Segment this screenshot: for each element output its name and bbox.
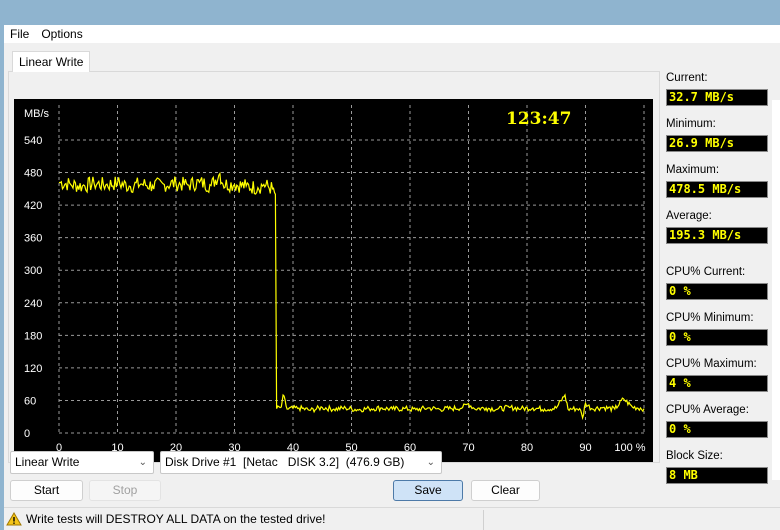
test-type-select[interactable]: Linear Write ⌄	[10, 451, 154, 474]
status-separator	[483, 510, 484, 530]
drive-select[interactable]: Disk Drive #1 [Netac DISK 3.2] (476.9 GB…	[160, 451, 442, 474]
y-tick-label: 180	[24, 330, 42, 342]
stat-value: 8 MB	[666, 467, 768, 484]
start-button[interactable]: Start	[10, 480, 83, 501]
clear-button[interactable]: Clear	[471, 480, 540, 501]
x-tick-label: 100 %	[614, 442, 645, 454]
stat-label: CPU% Minimum:	[666, 312, 754, 324]
stat-value: 195.3 MB/s	[666, 227, 768, 244]
stat-label: Maximum:	[666, 164, 720, 176]
menu-options[interactable]: Options	[41, 27, 82, 41]
stat-label: CPU% Maximum:	[666, 358, 757, 370]
y-tick-label: 60	[24, 395, 36, 407]
y-tick-label: 0	[24, 428, 30, 440]
menu-file[interactable]: File	[10, 27, 29, 41]
stat-value: 478.5 MB/s	[666, 181, 768, 198]
chart-canvas: 060120180240300360420480540MB/s0 10 20 30 40…	[24, 105, 646, 454]
stat-label: Minimum:	[666, 118, 716, 130]
app-window: File Options Linear Write 0 60 120 180 240 30…	[4, 25, 780, 530]
background-window-edge	[772, 100, 780, 480]
test-type-value: Linear Write	[15, 455, 80, 469]
stat-label: CPU% Current:	[666, 266, 746, 278]
stat-value: 0 %	[666, 329, 768, 346]
chevron-down-icon: ⌄	[426, 457, 435, 468]
stat-value: 0 %	[666, 421, 768, 438]
save-button[interactable]: Save	[393, 480, 463, 501]
stat-value: 26.9 MB/s	[666, 135, 768, 152]
y-tick-label: 420	[24, 200, 42, 212]
y-tick-label: 120	[24, 363, 42, 375]
y-tick-label: 480	[24, 168, 42, 180]
warning-text: Write tests will DESTROY ALL DATA on the…	[26, 512, 326, 526]
warning-icon	[6, 512, 22, 526]
chevron-down-icon: ⌄	[138, 457, 147, 468]
y-tick-label: 300	[24, 265, 42, 277]
stat-label: CPU% Average:	[666, 404, 749, 416]
status-bar: Write tests will DESTROY ALL DATA on the…	[4, 507, 780, 530]
stat-label: Current:	[666, 72, 708, 84]
menu-bar: File Options	[4, 25, 780, 43]
stat-value: 0 %	[666, 283, 768, 300]
speed-chart: 0 60 120 180 240 300 360 420 480 540 MB/s 0 10 20 30 40…	[14, 99, 653, 462]
drive-value: Disk Drive #1 [Netac DISK 3.2] (476.9 GB…	[165, 455, 405, 469]
stat-label: Average:	[666, 210, 712, 222]
stop-button[interactable]: Stop	[89, 480, 161, 501]
tab-linear-write[interactable]: Linear Write	[12, 51, 91, 72]
y-tick-label: 360	[24, 233, 42, 245]
x-tick-label: 70	[462, 442, 474, 454]
stat-value: 4 %	[666, 375, 768, 392]
stat-label: Block Size:	[666, 450, 723, 462]
y-axis-unit: MB/s	[24, 108, 50, 120]
stat-value: 32.7 MB/s	[666, 89, 768, 106]
elapsed-timer: 123:47	[506, 109, 572, 129]
y-tick-label: 540	[24, 135, 42, 147]
x-tick-label: 90	[579, 442, 591, 454]
x-tick-label: 80	[521, 442, 533, 454]
y-tick-label: 240	[24, 298, 42, 310]
